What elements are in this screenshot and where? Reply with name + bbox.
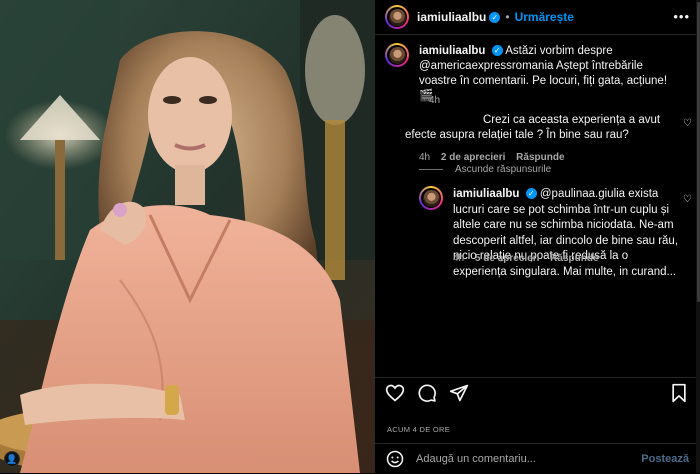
verified-badge-icon: ✓: [525, 188, 537, 200]
hide-replies-button[interactable]: Ascunde răspunsurile: [419, 164, 551, 175]
caption-time[interactable]: 4h: [429, 95, 440, 106]
reply-reply-button[interactable]: Răspunde: [550, 253, 598, 264]
hide-replies-label: Ascunde răspunsurile: [455, 164, 552, 175]
post-timestamp[interactable]: ACUM 4 DE ORE: [387, 425, 450, 434]
post-comment-button[interactable]: Postează: [641, 453, 689, 465]
reply-username[interactable]: iamiuliaalbu: [453, 188, 519, 200]
follow-button[interactable]: Urmărește: [515, 10, 574, 24]
caption-author-avatar[interactable]: [385, 43, 409, 67]
reply-text: @paulinaa.giulia exista lucruri care se …: [453, 188, 679, 278]
tagged-user-icon[interactable]: 👤: [4, 451, 20, 467]
post-header: iamiuliaalbu ✓ • Urmărește •••: [375, 0, 700, 35]
comment-bubble-icon[interactable]: [417, 383, 437, 403]
post-image[interactable]: 👤: [0, 0, 375, 473]
comment-text: Crezi ca aceasta experiența a avut efect…: [405, 114, 661, 141]
save-bookmark-icon[interactable]: [670, 383, 688, 403]
comment-likes-count[interactable]: 2 de aprecieri: [441, 152, 505, 163]
author-username[interactable]: iamiuliaalbu: [417, 10, 486, 24]
like-heart-icon[interactable]: [385, 383, 405, 403]
heart-icon[interactable]: ♡: [683, 118, 692, 129]
verified-badge-icon: ✓: [489, 11, 501, 23]
portrait-illustration: [0, 0, 375, 473]
comment-reply-button[interactable]: Răspunde: [516, 152, 564, 163]
separator-dot: •: [505, 10, 510, 24]
reply-body: iamiuliaalbu ✓ @paulinaa.giulia exista l…: [453, 187, 683, 280]
reply-author-avatar[interactable]: [419, 186, 443, 210]
comment-input[interactable]: [414, 452, 643, 466]
emoji-smiley-icon[interactable]: [386, 450, 404, 468]
instagram-post-modal: 👤 iamiuliaalbu ✓ • Urmărește ••• iamiuli…: [0, 0, 700, 473]
add-comment-bar: Postează: [375, 443, 700, 474]
more-options-button[interactable]: •••: [673, 9, 690, 24]
reply-time[interactable]: 4h: [453, 253, 464, 264]
reply-likes-count[interactable]: 5 de aprecieri: [475, 253, 539, 264]
post-actions-bar: ACUM 4 DE ORE: [375, 377, 700, 434]
comment-meta: 4h 2 de aprecieri Răspunde: [419, 152, 573, 163]
author-avatar[interactable]: [385, 5, 409, 29]
divider-line: [419, 169, 443, 170]
post-details-panel: iamiuliaalbu ✓ • Urmărește ••• iamiuliaa…: [375, 0, 700, 473]
share-paper-plane-icon[interactable]: [449, 383, 469, 403]
reply-meta: 4h 5 de aprecieri Răspunde: [453, 253, 607, 264]
caption-body: iamiuliaalbu ✓ Astăzi vorbim despre @ame…: [419, 44, 683, 104]
verified-badge-icon: ✓: [491, 45, 503, 57]
heart-icon[interactable]: ♡: [683, 194, 692, 205]
comment-body: Crezi ca aceasta experiența a avut efect…: [405, 113, 675, 143]
comments-list[interactable]: iamiuliaalbu ✓ Astăzi vorbim despre @ame…: [375, 34, 700, 376]
comment-time[interactable]: 4h: [419, 152, 430, 163]
caption-username[interactable]: iamiuliaalbu: [419, 45, 485, 57]
